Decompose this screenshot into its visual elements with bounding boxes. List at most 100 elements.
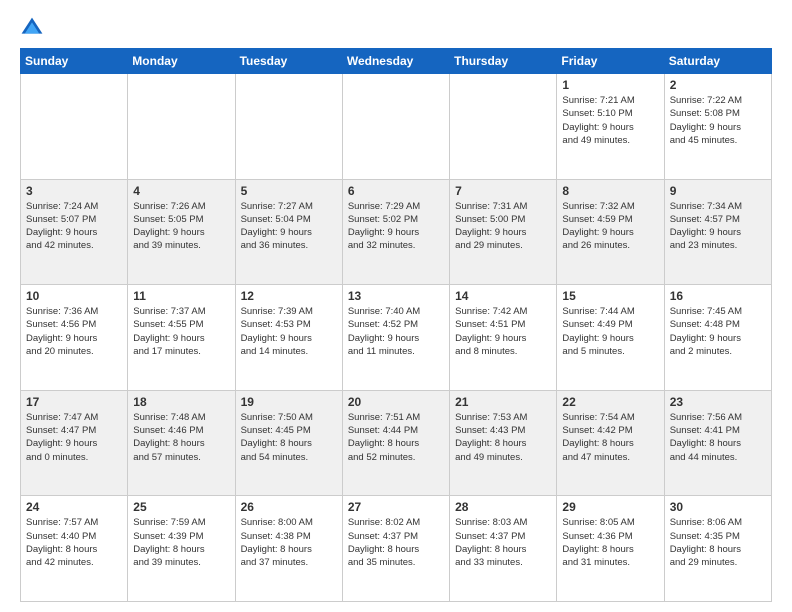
- calendar-week-row: 10 Sunrise: 7:36 AM Sunset: 4:56 PM Dayli…: [21, 285, 772, 391]
- logo: [20, 16, 48, 40]
- calendar-day-cell: 10 Sunrise: 7:36 AM Sunset: 4:56 PM Dayli…: [21, 285, 128, 391]
- calendar-header-row: SundayMondayTuesdayWednesdayThursdayFrid…: [21, 49, 772, 74]
- day-number: 26: [241, 500, 337, 514]
- calendar-week-row: 24 Sunrise: 7:57 AM Sunset: 4:40 PM Dayli…: [21, 496, 772, 602]
- day-info: Sunrise: 7:36 AM Sunset: 4:56 PM Dayligh…: [26, 305, 122, 358]
- calendar-day-header: Sunday: [21, 49, 128, 74]
- day-number: 27: [348, 500, 444, 514]
- day-number: 19: [241, 395, 337, 409]
- calendar-week-row: 17 Sunrise: 7:47 AM Sunset: 4:47 PM Dayli…: [21, 390, 772, 496]
- day-number: 20: [348, 395, 444, 409]
- calendar-day-cell: 18 Sunrise: 7:48 AM Sunset: 4:46 PM Dayli…: [128, 390, 235, 496]
- day-number: 13: [348, 289, 444, 303]
- day-info: Sunrise: 7:34 AM Sunset: 4:57 PM Dayligh…: [670, 200, 766, 253]
- day-number: 14: [455, 289, 551, 303]
- calendar-day-cell: [128, 74, 235, 180]
- day-info: Sunrise: 7:26 AM Sunset: 5:05 PM Dayligh…: [133, 200, 229, 253]
- calendar-day-cell: 4 Sunrise: 7:26 AM Sunset: 5:05 PM Daylig…: [128, 179, 235, 285]
- day-number: 3: [26, 184, 122, 198]
- day-info: Sunrise: 7:39 AM Sunset: 4:53 PM Dayligh…: [241, 305, 337, 358]
- calendar-day-header: Friday: [557, 49, 664, 74]
- day-number: 18: [133, 395, 229, 409]
- calendar-day-cell: [235, 74, 342, 180]
- calendar-day-cell: 17 Sunrise: 7:47 AM Sunset: 4:47 PM Dayli…: [21, 390, 128, 496]
- day-info: Sunrise: 8:05 AM Sunset: 4:36 PM Dayligh…: [562, 516, 658, 569]
- logo-icon: [20, 16, 44, 40]
- calendar-day-header: Saturday: [664, 49, 771, 74]
- day-info: Sunrise: 8:00 AM Sunset: 4:38 PM Dayligh…: [241, 516, 337, 569]
- calendar-day-cell: 29 Sunrise: 8:05 AM Sunset: 4:36 PM Dayli…: [557, 496, 664, 602]
- day-number: 23: [670, 395, 766, 409]
- calendar-day-cell: [450, 74, 557, 180]
- calendar-day-header: Monday: [128, 49, 235, 74]
- day-info: Sunrise: 7:31 AM Sunset: 5:00 PM Dayligh…: [455, 200, 551, 253]
- day-info: Sunrise: 8:06 AM Sunset: 4:35 PM Dayligh…: [670, 516, 766, 569]
- day-number: 17: [26, 395, 122, 409]
- calendar-day-cell: 23 Sunrise: 7:56 AM Sunset: 4:41 PM Dayli…: [664, 390, 771, 496]
- day-info: Sunrise: 7:45 AM Sunset: 4:48 PM Dayligh…: [670, 305, 766, 358]
- calendar-day-cell: 16 Sunrise: 7:45 AM Sunset: 4:48 PM Dayli…: [664, 285, 771, 391]
- day-info: Sunrise: 7:54 AM Sunset: 4:42 PM Dayligh…: [562, 411, 658, 464]
- calendar-day-cell: 27 Sunrise: 8:02 AM Sunset: 4:37 PM Dayli…: [342, 496, 449, 602]
- day-info: Sunrise: 7:57 AM Sunset: 4:40 PM Dayligh…: [26, 516, 122, 569]
- day-info: Sunrise: 7:37 AM Sunset: 4:55 PM Dayligh…: [133, 305, 229, 358]
- day-number: 30: [670, 500, 766, 514]
- day-info: Sunrise: 8:02 AM Sunset: 4:37 PM Dayligh…: [348, 516, 444, 569]
- calendar-day-header: Tuesday: [235, 49, 342, 74]
- calendar-day-cell: 13Sunrise: 7:40 AM Sunset: 4:52 PM Dayli…: [342, 285, 449, 391]
- day-info: Sunrise: 7:22 AM Sunset: 5:08 PM Dayligh…: [670, 94, 766, 147]
- day-number: 24: [26, 500, 122, 514]
- calendar-day-cell: 22 Sunrise: 7:54 AM Sunset: 4:42 PM Dayli…: [557, 390, 664, 496]
- day-number: 8: [562, 184, 658, 198]
- calendar-day-cell: 6 Sunrise: 7:29 AM Sunset: 5:02 PM Daylig…: [342, 179, 449, 285]
- day-info: Sunrise: 7:50 AM Sunset: 4:45 PM Dayligh…: [241, 411, 337, 464]
- day-number: 7: [455, 184, 551, 198]
- calendar-day-cell: 8 Sunrise: 7:32 AM Sunset: 4:59 PM Daylig…: [557, 179, 664, 285]
- day-number: 29: [562, 500, 658, 514]
- calendar-day-cell: 28Sunrise: 8:03 AM Sunset: 4:37 PM Dayli…: [450, 496, 557, 602]
- calendar-day-cell: 20 Sunrise: 7:51 AM Sunset: 4:44 PM Dayli…: [342, 390, 449, 496]
- day-info: Sunrise: 7:47 AM Sunset: 4:47 PM Dayligh…: [26, 411, 122, 464]
- day-info: Sunrise: 7:21 AM Sunset: 5:10 PM Dayligh…: [562, 94, 658, 147]
- calendar-day-header: Thursday: [450, 49, 557, 74]
- day-info: Sunrise: 7:29 AM Sunset: 5:02 PM Dayligh…: [348, 200, 444, 253]
- calendar-day-cell: 9 Sunrise: 7:34 AM Sunset: 4:57 PM Daylig…: [664, 179, 771, 285]
- calendar-day-cell: 24 Sunrise: 7:57 AM Sunset: 4:40 PM Dayli…: [21, 496, 128, 602]
- day-number: 22: [562, 395, 658, 409]
- calendar-day-header: Wednesday: [342, 49, 449, 74]
- day-info: Sunrise: 8:03 AM Sunset: 4:37 PM Dayligh…: [455, 516, 551, 569]
- day-info: Sunrise: 7:51 AM Sunset: 4:44 PM Dayligh…: [348, 411, 444, 464]
- day-number: 16: [670, 289, 766, 303]
- day-number: 9: [670, 184, 766, 198]
- calendar-day-cell: 2 Sunrise: 7:22 AM Sunset: 5:08 PM Daylig…: [664, 74, 771, 180]
- calendar-day-cell: [342, 74, 449, 180]
- page: SundayMondayTuesdayWednesdayThursdayFrid…: [0, 0, 792, 612]
- day-number: 2: [670, 78, 766, 92]
- calendar-day-cell: 3Sunrise: 7:24 AM Sunset: 5:07 PM Daylig…: [21, 179, 128, 285]
- day-number: 6: [348, 184, 444, 198]
- day-number: 25: [133, 500, 229, 514]
- calendar-day-cell: 15Sunrise: 7:44 AM Sunset: 4:49 PM Dayli…: [557, 285, 664, 391]
- calendar-day-cell: 5 Sunrise: 7:27 AM Sunset: 5:04 PM Daylig…: [235, 179, 342, 285]
- day-number: 1: [562, 78, 658, 92]
- calendar-day-cell: 19 Sunrise: 7:50 AM Sunset: 4:45 PM Dayli…: [235, 390, 342, 496]
- day-number: 10: [26, 289, 122, 303]
- day-number: 5: [241, 184, 337, 198]
- calendar-day-cell: [21, 74, 128, 180]
- calendar-week-row: 3Sunrise: 7:24 AM Sunset: 5:07 PM Daylig…: [21, 179, 772, 285]
- day-info: Sunrise: 7:48 AM Sunset: 4:46 PM Dayligh…: [133, 411, 229, 464]
- header: [20, 16, 772, 40]
- calendar-day-cell: 21Sunrise: 7:53 AM Sunset: 4:43 PM Dayli…: [450, 390, 557, 496]
- day-info: Sunrise: 7:27 AM Sunset: 5:04 PM Dayligh…: [241, 200, 337, 253]
- day-info: Sunrise: 7:56 AM Sunset: 4:41 PM Dayligh…: [670, 411, 766, 464]
- calendar-day-cell: 12 Sunrise: 7:39 AM Sunset: 4:53 PM Dayli…: [235, 285, 342, 391]
- day-number: 4: [133, 184, 229, 198]
- calendar-day-cell: 11Sunrise: 7:37 AM Sunset: 4:55 PM Dayli…: [128, 285, 235, 391]
- day-number: 12: [241, 289, 337, 303]
- day-info: Sunrise: 7:42 AM Sunset: 4:51 PM Dayligh…: [455, 305, 551, 358]
- calendar-day-cell: 1 Sunrise: 7:21 AM Sunset: 5:10 PM Daylig…: [557, 74, 664, 180]
- day-info: Sunrise: 7:32 AM Sunset: 4:59 PM Dayligh…: [562, 200, 658, 253]
- calendar-day-cell: 25Sunrise: 7:59 AM Sunset: 4:39 PM Dayli…: [128, 496, 235, 602]
- calendar-table: SundayMondayTuesdayWednesdayThursdayFrid…: [20, 48, 772, 602]
- day-number: 15: [562, 289, 658, 303]
